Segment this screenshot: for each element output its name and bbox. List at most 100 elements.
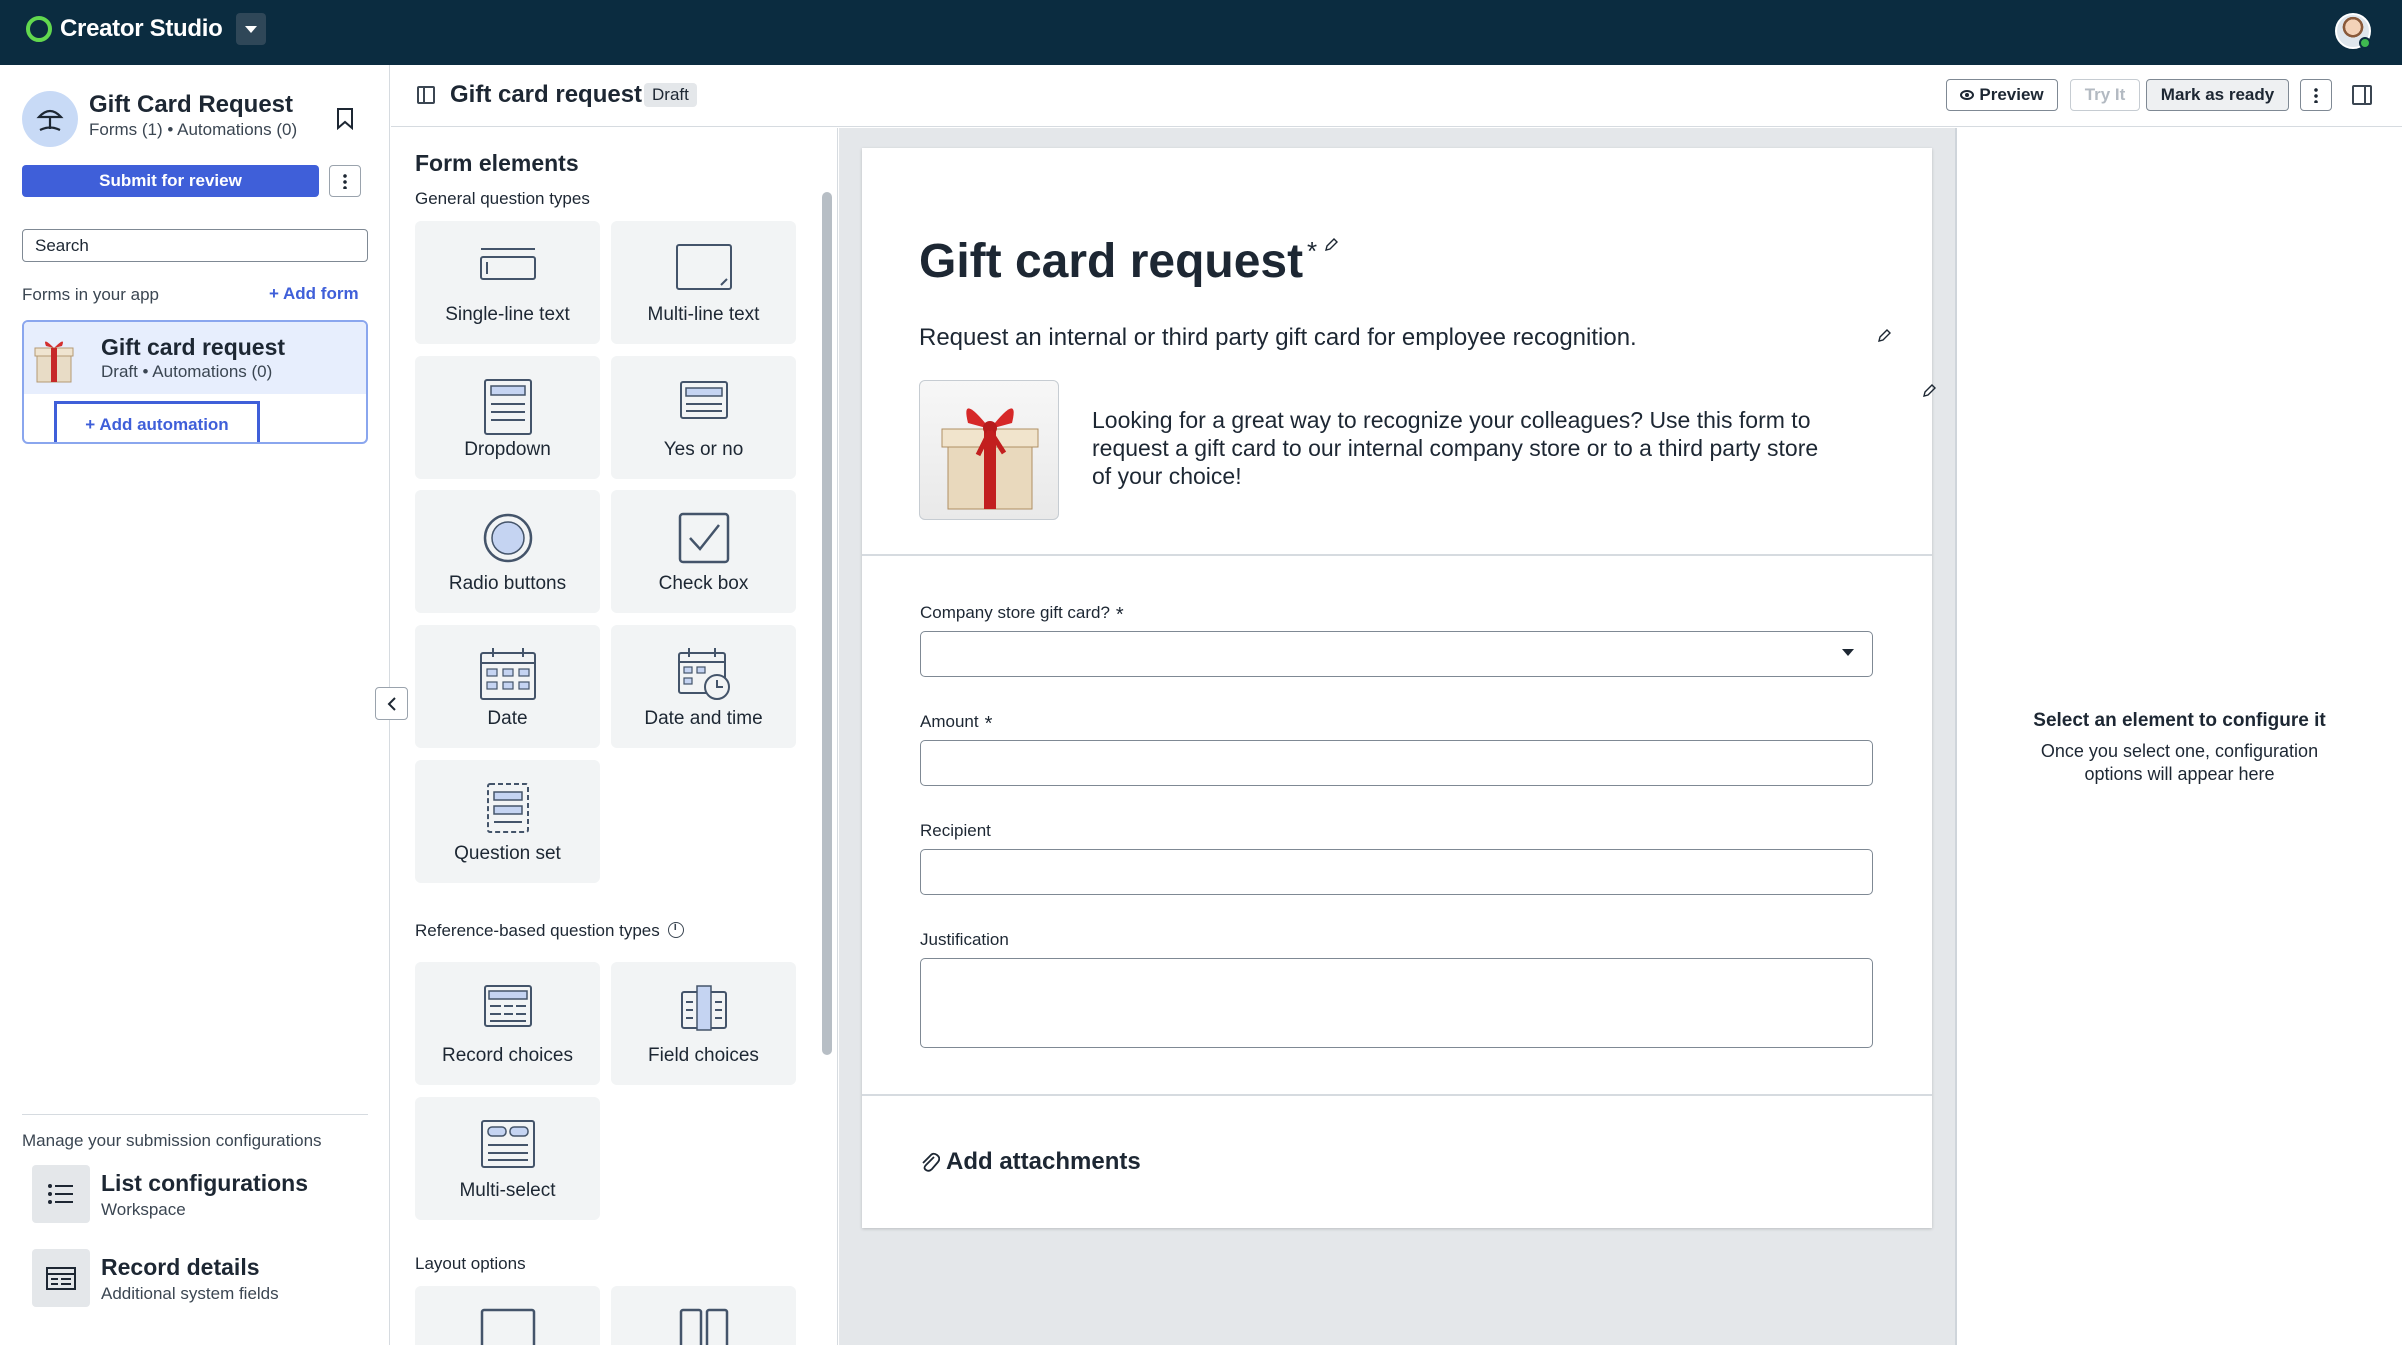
palette-scrollbar[interactable] xyxy=(822,192,832,1055)
gift-box-icon xyxy=(941,408,1039,510)
chevron-left-icon xyxy=(387,696,396,711)
toggle-left-panel-icon[interactable] xyxy=(417,86,435,104)
layout-options-label: Layout options xyxy=(415,1254,526,1273)
required-icon: * xyxy=(1115,604,1124,626)
form-elements-panel: Form elements General question types Sin… xyxy=(391,128,838,1345)
tile-layout-two-column[interactable] xyxy=(611,1286,796,1345)
tile-label: Field choices xyxy=(648,1045,759,1066)
mark-as-ready-button[interactable]: Mark as ready xyxy=(2146,79,2289,111)
amount-input[interactable] xyxy=(920,740,1873,786)
tile-layout-single-column[interactable] xyxy=(415,1286,600,1345)
preview-label: Preview xyxy=(1979,85,2044,104)
chevron-down-icon xyxy=(245,25,258,33)
single-line-text-icon xyxy=(479,248,536,280)
field-choices-icon xyxy=(680,985,727,1031)
tile-label: Question set xyxy=(454,843,561,864)
tile-date-and-time[interactable]: Date and time xyxy=(611,625,796,748)
form-card-gift-card-request[interactable]: Gift card request Draft • Automations (0… xyxy=(22,320,368,444)
tile-radio-buttons[interactable]: Radio buttons xyxy=(415,490,600,613)
header-more-options-button[interactable] xyxy=(2300,79,2332,111)
tile-yes-or-no[interactable]: Yes or no xyxy=(611,356,796,479)
tile-label: Single-line text xyxy=(445,304,570,325)
brand[interactable]: Creator Studio xyxy=(26,13,267,45)
preview-button[interactable]: Preview xyxy=(1946,79,2058,111)
record-details-item[interactable]: Record details Additional system fields xyxy=(32,1249,372,1309)
user-avatar[interactable] xyxy=(2335,13,2371,49)
multi-select-icon xyxy=(480,1120,535,1168)
justification-textarea[interactable] xyxy=(920,958,1873,1048)
tile-check-box[interactable]: Check box xyxy=(611,490,796,613)
beach-umbrella-icon xyxy=(36,109,64,131)
search-input[interactable]: Search xyxy=(22,229,368,262)
field-label-text: Justification xyxy=(920,930,1009,949)
required-mark: * xyxy=(1307,236,1318,266)
checkbox-icon xyxy=(678,512,729,564)
form-title[interactable]: Gift card request xyxy=(919,234,1303,289)
bookmark-icon[interactable] xyxy=(336,108,354,130)
toggle-right-panel-icon[interactable] xyxy=(2352,85,2372,105)
tile-field-choices[interactable]: Field choices xyxy=(611,962,796,1085)
page-title: Gift card request xyxy=(450,81,643,108)
form-card-header[interactable]: Gift card request Draft • Automations (0… xyxy=(24,322,366,394)
record-details-title: Record details xyxy=(101,1254,260,1280)
tile-label: Date xyxy=(487,708,528,729)
tile-question-set[interactable]: Question set xyxy=(415,760,600,883)
collapse-sidebar-button[interactable] xyxy=(375,687,408,720)
section-divider xyxy=(862,554,1932,556)
calendar-icon xyxy=(479,648,536,700)
edit-pencil-icon[interactable] xyxy=(1922,384,1936,398)
config-empty-text: Once you select one, configuration optio… xyxy=(2040,741,2319,784)
caret-down-icon xyxy=(1842,649,1854,656)
calendar-clock-icon xyxy=(677,648,730,700)
form-elements-title: Form elements xyxy=(415,150,579,176)
tile-label: Radio buttons xyxy=(448,573,567,594)
more-options-button[interactable] xyxy=(329,165,361,197)
add-attachments-button[interactable]: Add attachments xyxy=(920,1148,1141,1176)
list-configurations-item[interactable]: List configurations Workspace xyxy=(32,1165,372,1225)
tile-label: Date and time xyxy=(644,708,763,729)
recipient-input[interactable] xyxy=(920,849,1873,895)
company-store-select[interactable] xyxy=(920,631,1873,677)
tile-multi-line-text[interactable]: Multi-line text xyxy=(611,221,796,344)
tile-single-line-text[interactable]: Single-line text xyxy=(415,221,600,344)
edit-pencil-icon[interactable] xyxy=(1324,238,1338,252)
tile-dropdown[interactable]: Dropdown xyxy=(415,356,600,479)
field-label-amount: Amount * xyxy=(920,712,992,736)
field-label-text: Amount xyxy=(920,712,979,731)
edit-pencil-icon[interactable] xyxy=(1877,329,1891,343)
form-card-title: Gift card request xyxy=(101,334,286,360)
manage-configurations-label: Manage your submission configurations xyxy=(22,1131,322,1150)
info-icon[interactable] xyxy=(667,921,684,938)
creator-studio-logo-icon xyxy=(26,16,52,42)
form-canvas: Gift card request * Request an internal … xyxy=(839,128,1955,1345)
field-label-text: Recipient xyxy=(920,821,991,840)
app-title: Gift Card Request xyxy=(89,91,294,118)
app-sidebar: Gift Card Request Forms (1) • Automation… xyxy=(0,65,390,1345)
try-it-button[interactable]: Try It xyxy=(2070,79,2140,111)
form-intro-text[interactable]: Looking for a great way to recognize you… xyxy=(1092,406,1832,490)
submit-for-review-button[interactable]: Submit for review xyxy=(22,165,319,197)
add-automation-button[interactable]: + Add automation xyxy=(54,401,260,442)
field-label-recipient: Recipient xyxy=(920,821,991,841)
gift-box-image xyxy=(919,380,1059,520)
app-subtitle: Forms (1) • Automations (0) xyxy=(89,120,298,139)
tile-multi-select[interactable]: Multi-select xyxy=(415,1097,600,1220)
eye-icon xyxy=(1960,90,1975,100)
form-description[interactable]: Request an internal or third party gift … xyxy=(919,324,1637,352)
radio-button-icon xyxy=(483,513,532,563)
app-name: Creator Studio xyxy=(60,15,223,42)
form-page[interactable]: Gift card request * Request an internal … xyxy=(862,148,1936,1228)
tile-record-choices[interactable]: Record choices xyxy=(415,962,600,1085)
dropdown-icon xyxy=(483,379,532,435)
add-form-button[interactable]: + Add form xyxy=(269,284,359,304)
app-switcher-button[interactable] xyxy=(236,13,267,45)
yes-or-no-icon xyxy=(679,381,728,419)
add-attachments-label: Add attachments xyxy=(946,1148,1141,1175)
tile-date[interactable]: Date xyxy=(415,625,600,748)
configuration-panel: Select an element to configure it Once y… xyxy=(1957,128,2402,1345)
tile-label: Record choices xyxy=(442,1045,573,1066)
reference-label-text: Reference-based question types xyxy=(415,921,660,940)
two-column-icon xyxy=(679,1308,728,1345)
multi-line-text-icon xyxy=(675,244,732,290)
record-details-icon xyxy=(32,1249,90,1307)
